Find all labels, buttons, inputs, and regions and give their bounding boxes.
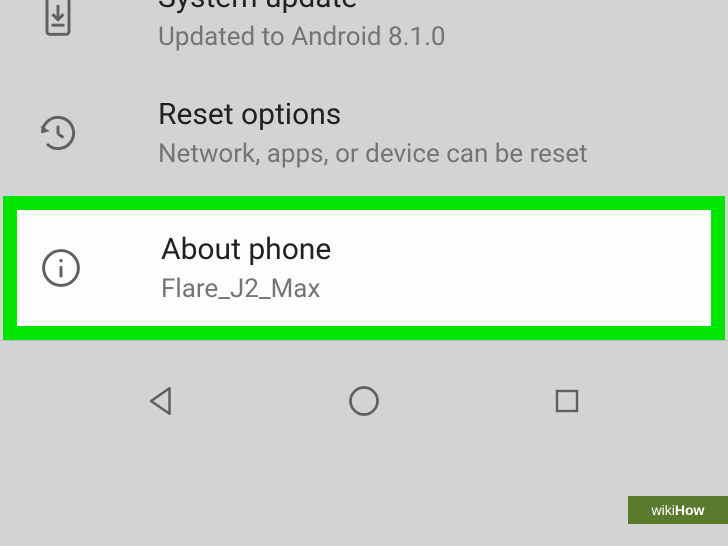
settings-item-reset-options[interactable]: Reset options Network, apps, or device c… xyxy=(0,75,728,192)
setting-subtitle: Network, apps, or device can be reset xyxy=(158,138,728,172)
settings-item-text: System update Updated to Android 8.1.0 xyxy=(158,0,728,55)
setting-title: About phone xyxy=(161,230,711,269)
settings-item-system-update[interactable]: System update Updated to Android 8.1.0 xyxy=(0,0,728,75)
setting-subtitle: Updated to Android 8.1.0 xyxy=(158,21,728,55)
watermark-prefix: wiki xyxy=(652,502,675,518)
system-update-icon xyxy=(34,0,82,40)
navigation-bar xyxy=(0,361,728,441)
setting-subtitle: Flare_J2_Max xyxy=(161,273,711,307)
settings-item-about-phone[interactable]: About phone Flare_J2_Max xyxy=(17,210,711,327)
settings-item-text: Reset options Network, apps, or device c… xyxy=(158,95,728,172)
watermark-suffix: How xyxy=(675,502,705,518)
divider xyxy=(0,340,728,341)
reset-icon xyxy=(34,109,82,157)
setting-title: System update xyxy=(158,0,728,17)
settings-list: System update Updated to Android 8.1.0 R… xyxy=(0,0,728,441)
nav-back-button[interactable] xyxy=(106,371,216,431)
info-icon xyxy=(37,244,85,292)
nav-home-button[interactable] xyxy=(309,371,419,431)
settings-item-text: About phone Flare_J2_Max xyxy=(161,230,711,307)
highlighted-item: About phone Flare_J2_Max xyxy=(3,196,725,341)
nav-recent-button[interactable] xyxy=(512,371,622,431)
setting-title: Reset options xyxy=(158,95,728,134)
wikihow-watermark: wikiHow xyxy=(612,496,728,524)
